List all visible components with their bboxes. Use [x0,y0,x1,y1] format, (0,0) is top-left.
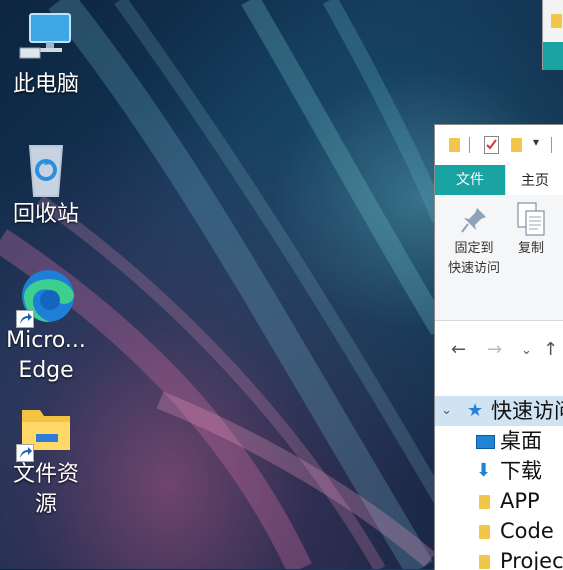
quick-access-star-icon: ★ [467,400,484,421]
computer-icon [16,10,76,70]
properties-icon[interactable] [484,136,499,154]
folder-icon [551,14,562,28]
copy-button[interactable]: 复制 [511,201,551,259]
forward-arrow-icon[interactable]: → [487,339,502,360]
desktop-icon [476,435,495,449]
desktop-icon-label-line2: 源 [34,492,57,517]
expand-chevron-icon[interactable]: ⌄ [441,396,452,426]
shortcut-arrow-icon [16,444,34,462]
pin-label-line1: 固定到 [454,241,494,256]
customize-toolbar-chevron-icon[interactable]: ▾ [533,135,539,149]
shortcut-arrow-icon [16,310,34,328]
recycle-bin-icon [16,140,76,200]
desktop-icon-recycle-bin[interactable]: 回收站 [0,140,92,230]
ribbon-panel: 固定到 快速访问 复制 [435,195,563,321]
new-folder-icon[interactable] [511,138,522,152]
up-arrow-icon[interactable]: ↑ [543,339,558,360]
tree-item-label: Projec [500,549,563,570]
tree-item-desktop[interactable]: 桌面 [435,426,563,456]
tree-item-app[interactable]: APP [435,486,563,516]
tree-item-quick-access[interactable]: ⌄ ★ 快速访问 [435,396,563,426]
tab-home[interactable]: 主页 [505,165,563,195]
folder-icon [479,495,490,509]
ribbon-tab-bar: 文件 主页 [435,165,563,195]
folder-icon [479,555,490,569]
edge-icon [16,266,76,328]
folder-icon[interactable] [449,138,460,152]
tree-item-projects[interactable]: Projec [435,546,563,570]
desktop-icon-label-line1: 文件资 [12,462,79,487]
background-window-tab[interactable] [543,42,563,70]
background-window-edge[interactable] [542,0,563,70]
toolbar-separator [551,137,552,153]
desktop-icon-label: 回收站 [12,202,79,227]
quick-access-toolbar: ▾ [435,125,563,165]
navigation-bar: ← → ⌄ ↑ [435,321,563,381]
tree-item-code[interactable]: Code [435,516,563,546]
tree-item-label: 桌面 [500,429,542,453]
file-explorer-window[interactable]: ▾ 文件 主页 固定到 快速访问 复制 ← → ⌄ ↑ ⌄ ★ 快速访问 [434,124,563,570]
tree-item-label: 快速访问 [491,399,563,423]
tree-item-label: APP [500,489,540,513]
toolbar-separator [469,137,470,153]
pin-to-quick-access-button[interactable]: 固定到 快速访问 [439,205,509,279]
desktop-icon-edge[interactable]: Micro... Edge [0,266,92,386]
tree-item-label: Code [500,519,554,543]
tree-item-downloads[interactable]: ⬇ 下载 [435,456,563,486]
copy-label: 复制 [517,241,544,256]
desktop-icon-file-explorer[interactable]: 文件资 源 [0,400,92,520]
desktop-icon-label-line2: Edge [18,358,74,383]
copy-icon [511,201,551,239]
desktop-icon-label-line1: Micro... [6,328,86,353]
desktop-icon-label: 此电脑 [12,72,79,97]
pin-label-line2: 快速访问 [447,261,500,276]
download-arrow-icon: ⬇ [476,460,492,481]
desktop-icon-this-pc[interactable]: 此电脑 [0,10,92,100]
tree-item-label: 下载 [500,459,542,483]
folder-icon [479,525,490,539]
file-explorer-icon [16,400,76,462]
tab-file[interactable]: 文件 [435,165,505,195]
back-arrow-icon[interactable]: ← [451,339,466,360]
recent-locations-chevron-icon[interactable]: ⌄ [521,343,532,358]
pin-icon [439,205,509,239]
